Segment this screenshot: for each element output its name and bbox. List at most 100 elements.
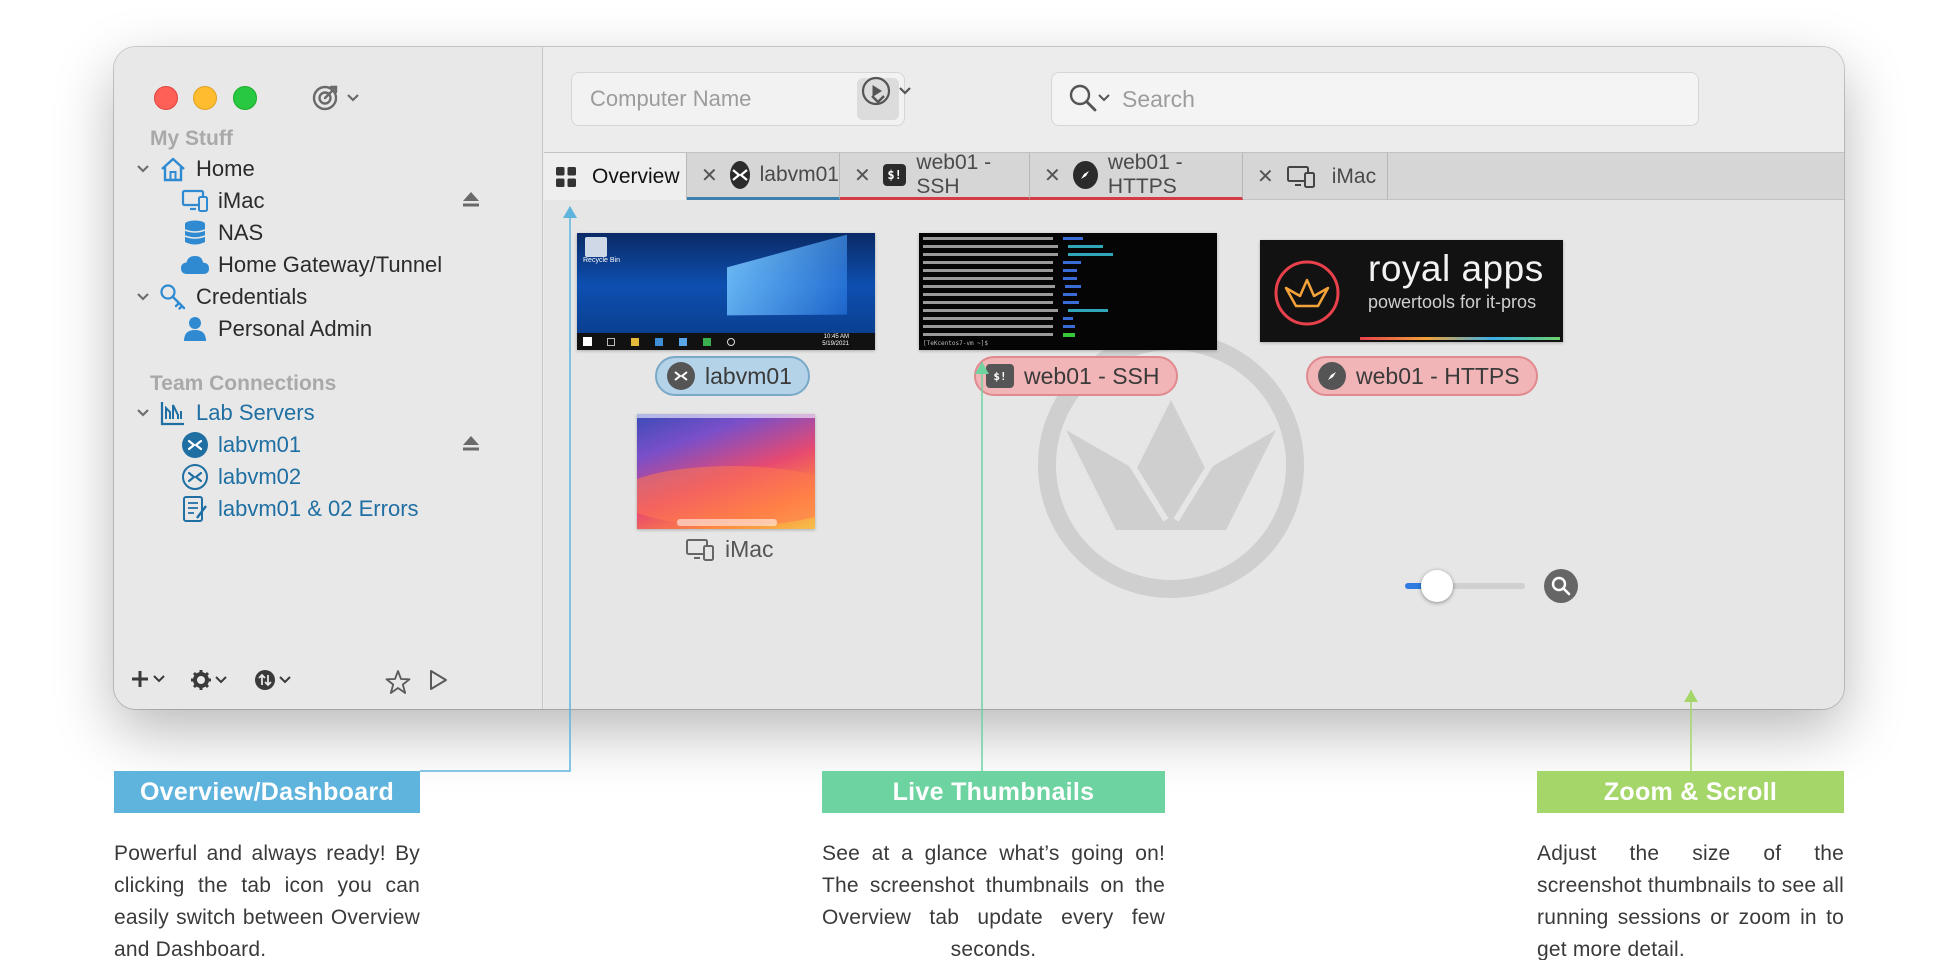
chevron-down-icon[interactable] (136, 161, 158, 177)
compass-icon (1072, 161, 1098, 189)
macos-dock (677, 519, 777, 526)
tab-imac[interactable]: ✕ iMac (1243, 153, 1388, 200)
search-field[interactable]: Search (1051, 72, 1699, 126)
royal-apps-title: royal apps (1368, 248, 1544, 289)
tree-item-lab-servers[interactable]: Lab Servers (136, 396, 315, 430)
windows-taskbar: 10:45 AM 5/19/2021 (577, 333, 875, 350)
callout-live-text: See at a glance what’s going on! The scr… (822, 842, 1165, 960)
tab-labvm01[interactable]: ✕ labvm01 (687, 153, 840, 200)
person-icon (180, 314, 210, 344)
magnifier-icon (1551, 576, 1571, 596)
rdp-icon (729, 161, 750, 189)
callout-zoom-title: Zoom & Scroll (1537, 771, 1844, 813)
thumbnail-web01-ssh[interactable]: [TeKcentos7-vm ~]$ (919, 233, 1217, 350)
close-window-button[interactable] (154, 86, 178, 110)
folder-chart-icon (158, 398, 188, 428)
computer-icon (180, 186, 210, 216)
toolbar: Computer Name Search (544, 47, 1844, 152)
session-label-web01-ssh[interactable]: $! web01 - SSH (974, 356, 1178, 396)
session-label-text: web01 - HTTPS (1356, 362, 1520, 389)
tree-item-label: Lab Servers (196, 400, 315, 425)
plus-icon (132, 671, 148, 687)
computer-icon (1286, 163, 1316, 191)
tree-item-errors[interactable]: labvm01 & 02 Errors (180, 492, 419, 526)
close-tab-icon[interactable]: ✕ (1044, 163, 1061, 188)
computer-name-combo[interactable]: Computer Name (571, 72, 905, 126)
main-area: Computer Name Search Overview ✕ labvm01 … (544, 47, 1844, 709)
tree-item-credentials[interactable]: Credentials (136, 280, 307, 314)
tree-item-label: iMac (218, 188, 265, 213)
chevron-down-icon[interactable] (136, 405, 158, 421)
thumbnail-web01-https[interactable]: royal apps powertools for it-pros (1260, 240, 1563, 342)
database-icon (180, 218, 210, 248)
tab-label: labvm01 (759, 163, 839, 186)
tree-item-label: Home (196, 156, 255, 181)
close-tab-icon[interactable]: ✕ (1257, 164, 1274, 189)
tab-label: iMac (1331, 164, 1377, 188)
zoom-slider[interactable] (1405, 570, 1525, 602)
tab-web01-ssh[interactable]: ✕ $! web01 - SSH (840, 151, 1030, 200)
settings-button[interactable] (190, 669, 227, 691)
callout-overview-text: Powerful and always ready! By clicking t… (114, 842, 420, 960)
chevron-down-icon[interactable] (136, 289, 158, 305)
session-label-imac[interactable]: iMac (685, 536, 774, 563)
chevron-down-icon (1098, 94, 1110, 102)
tab-web01-https[interactable]: ✕ web01 - HTTPS (1030, 151, 1243, 200)
connect-button[interactable] (428, 669, 448, 691)
royal-apps-subtitle: powertools for it-pros (1368, 292, 1537, 312)
eject-icon[interactable] (462, 435, 480, 456)
tab-overview[interactable]: Overview (544, 153, 687, 200)
royal-apps-logo-icon (1274, 260, 1340, 326)
callout-live-title: Live Thumbnails (822, 771, 1165, 813)
tree-item-home[interactable]: Home (136, 152, 255, 186)
minimize-window-button[interactable] (193, 86, 217, 110)
tab-label: Overview (592, 164, 680, 188)
close-tab-icon[interactable]: ✕ (854, 163, 871, 188)
sync-button[interactable] (254, 669, 291, 691)
favorite-button[interactable] (385, 669, 411, 695)
tree-item-label: Personal Admin (218, 316, 373, 341)
tab-label: web01 - SSH (916, 151, 992, 198)
gear-icon (191, 670, 211, 690)
tree-item-imac[interactable]: iMac (180, 184, 520, 218)
chevron-down-icon (215, 676, 227, 684)
tree-item-label: Home Gateway/Tunnel (218, 252, 443, 277)
eject-icon[interactable] (462, 191, 480, 212)
terminal-output (923, 237, 1113, 337)
zoom-window-button[interactable] (233, 86, 257, 110)
computer-name-placeholder: Computer Name (590, 86, 752, 111)
connect-menu-button[interactable] (860, 75, 912, 107)
windows-start-icon (583, 337, 592, 346)
terminal-icon: $! (986, 364, 1014, 388)
zoom-slider-knob[interactable] (1421, 570, 1454, 602)
overview-content: Recycle Bin 10:45 AM 5/19/2021 labvm01 [… (544, 200, 1844, 709)
star-icon (385, 670, 411, 694)
sync-icon (255, 670, 275, 690)
add-button[interactable] (130, 669, 165, 689)
tree-item-label: labvm01 (218, 432, 302, 457)
session-label-labvm01[interactable]: labvm01 (655, 356, 810, 396)
chevron-down-icon (279, 676, 291, 684)
target-icon (312, 85, 338, 111)
close-tab-icon[interactable]: ✕ (701, 163, 718, 188)
session-label-text: iMac (725, 536, 774, 562)
session-label-web01-https[interactable]: web01 - HTTPS (1306, 356, 1538, 396)
thumbnail-labvm01[interactable]: Recycle Bin 10:45 AM 5/19/2021 (577, 233, 875, 350)
callout-zoom-text: Adjust the size of the screenshot thumbn… (1537, 842, 1844, 960)
tree-item-nas[interactable]: NAS (180, 216, 263, 250)
zoom-button[interactable] (1544, 569, 1578, 603)
search-icon[interactable] (1068, 83, 1110, 113)
sidebar-bottom-bar (114, 659, 542, 709)
tree-item-labvm02[interactable]: labvm02 (180, 460, 301, 494)
tree-item-gateway[interactable]: Home Gateway/Tunnel (180, 248, 442, 282)
terminal-prompt: [TeKcentos7-vm ~]$ (923, 340, 989, 347)
tree-item-labvm01[interactable]: labvm01 (180, 428, 520, 462)
target-menu-button[interactable] (310, 83, 360, 113)
thumbnail-imac[interactable] (637, 414, 815, 529)
cloud-icon (180, 250, 210, 280)
tree-item-personal-admin[interactable]: Personal Admin (180, 312, 372, 346)
grid-icon (556, 166, 576, 187)
rdp-icon (180, 462, 210, 492)
sidebar: My Stuff Home iMac NAS Home Gateway/Tunn… (114, 47, 543, 709)
tab-label: web01 - HTTPS (1107, 151, 1183, 198)
